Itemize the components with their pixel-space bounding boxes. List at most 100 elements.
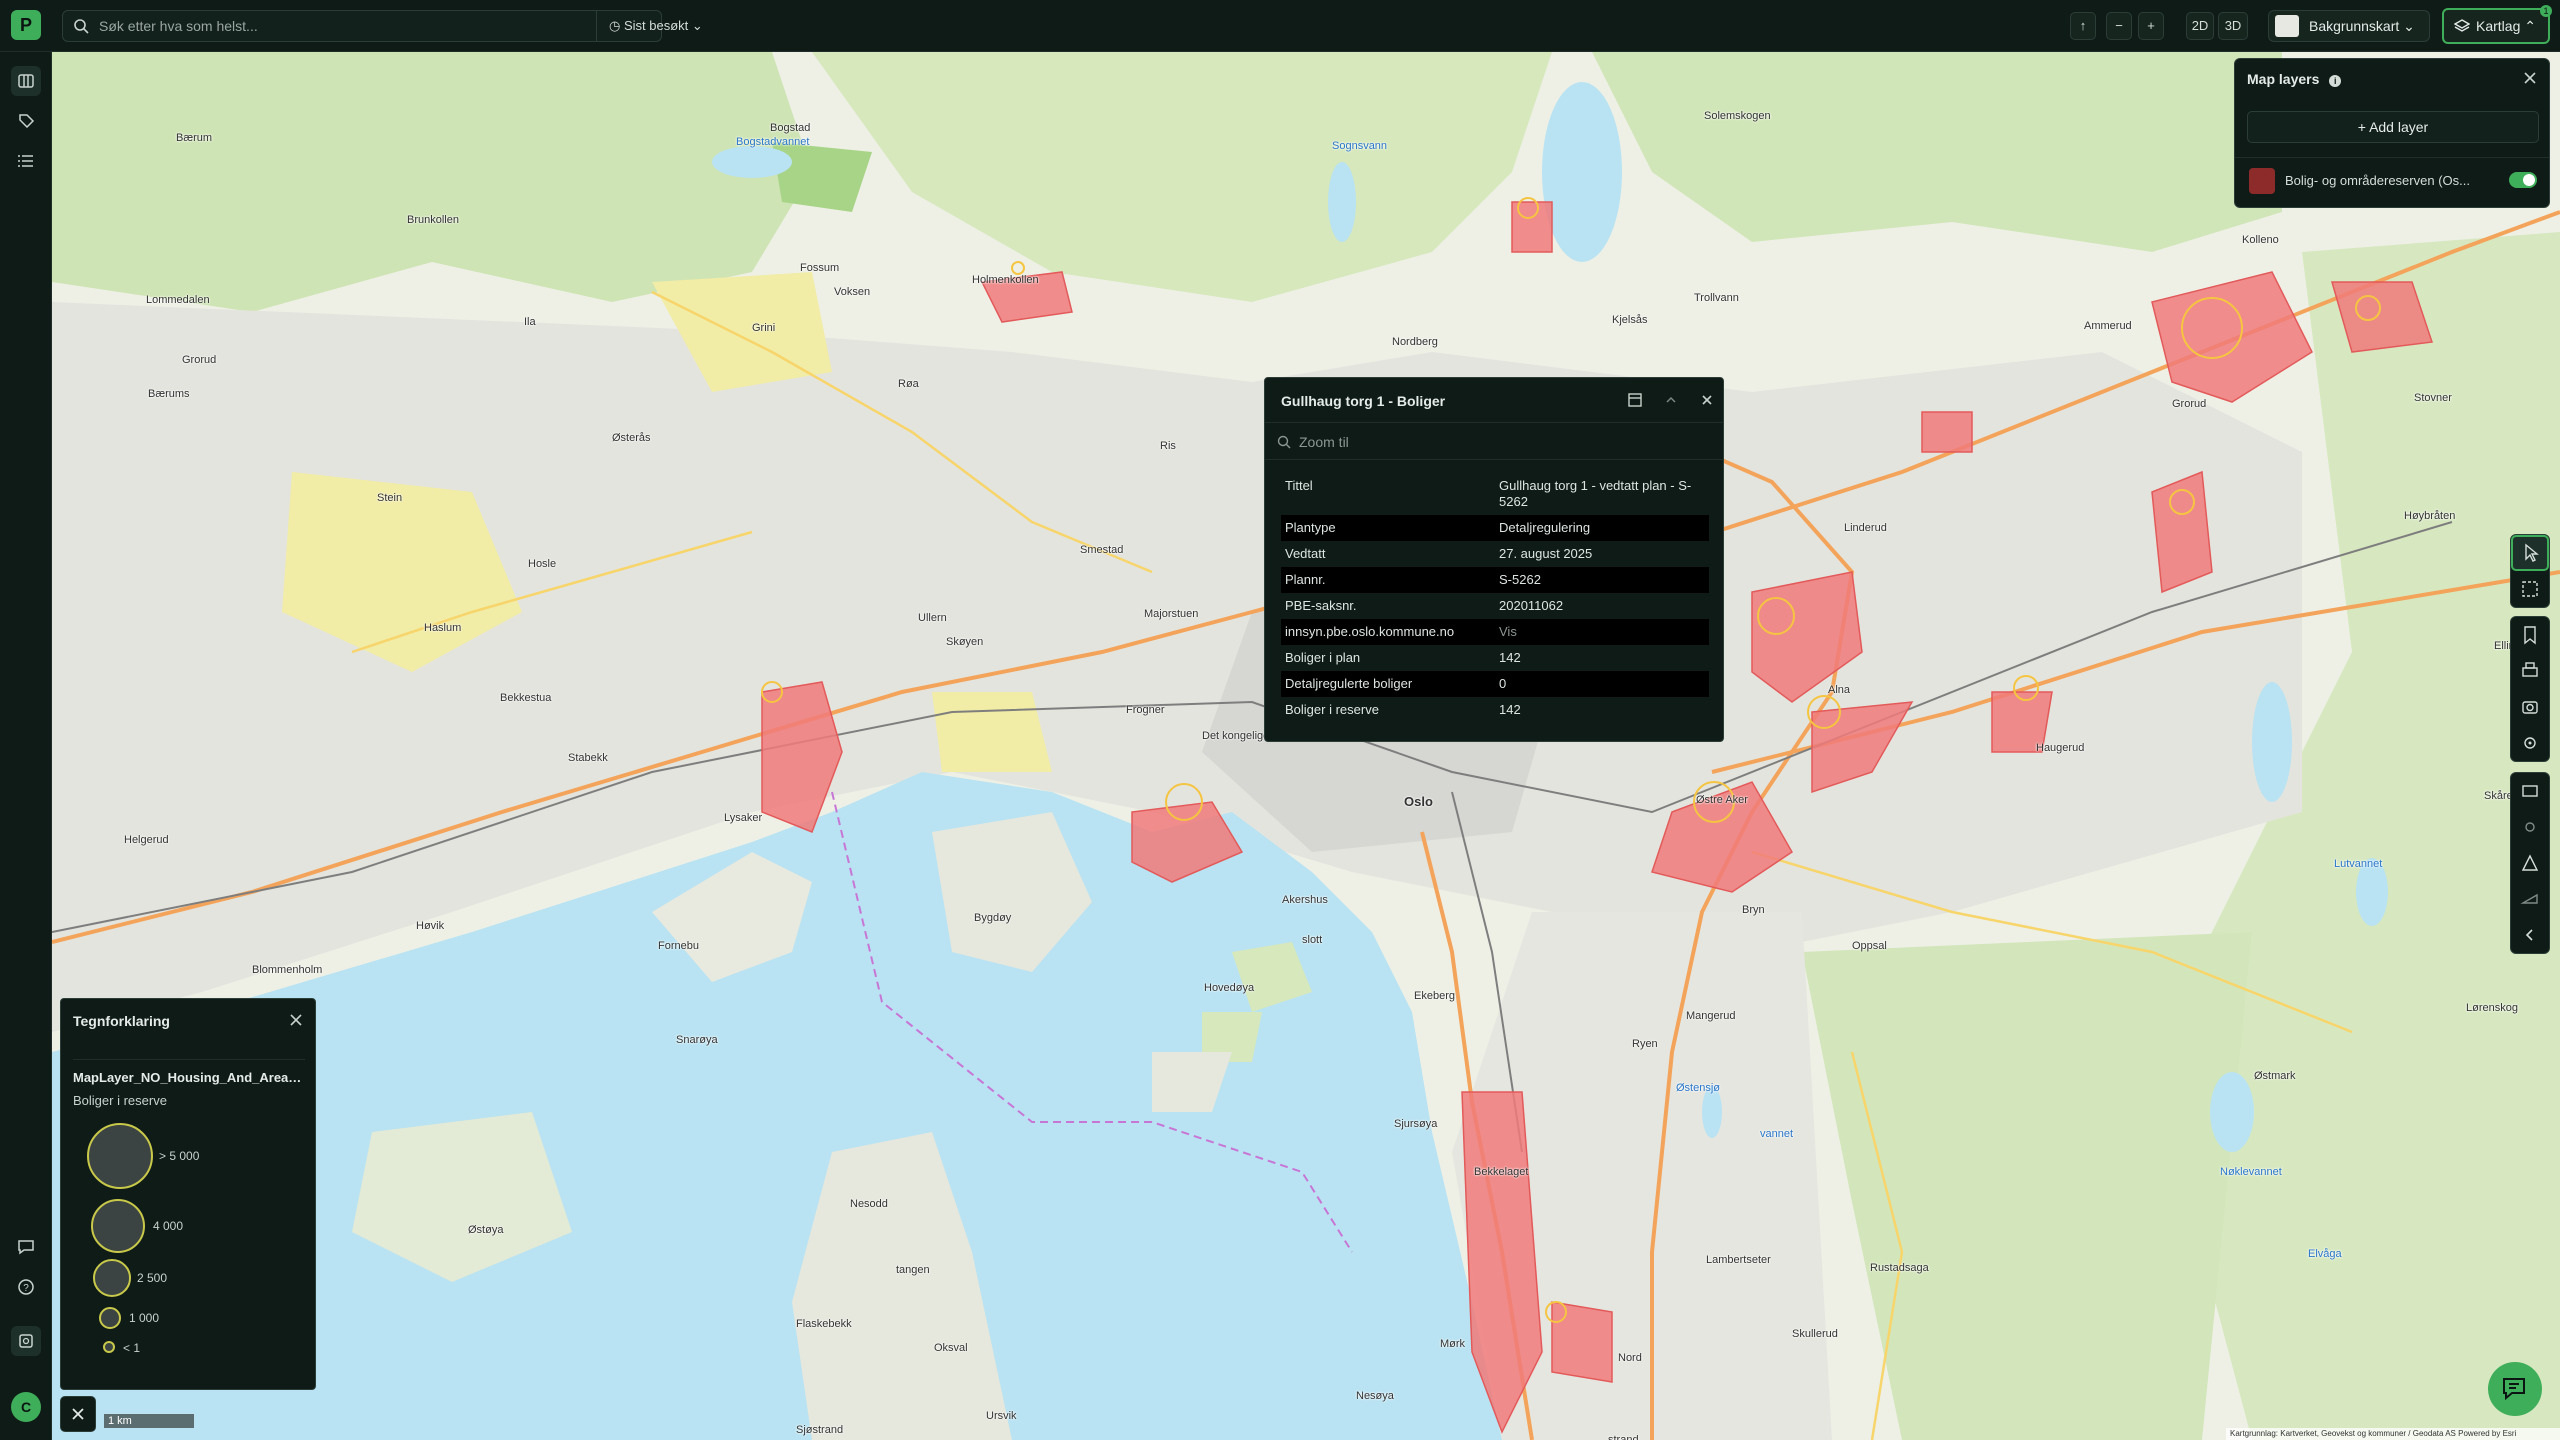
search-box[interactable]: ◷ Sist besøkt ⌄ — [62, 10, 703, 42]
place-label: Det kongelige — [1202, 730, 1270, 742]
print-button[interactable] — [2511, 653, 2549, 689]
slice-button[interactable] — [2511, 881, 2549, 917]
measure-button[interactable] — [2511, 773, 2549, 809]
attribute-row: Plannr. S-5262 — [1281, 567, 1709, 593]
attribute-link[interactable]: Vis — [1495, 619, 1709, 645]
place-label: Elvåga — [2308, 1248, 2342, 1260]
layers-button[interactable]: Kartlag ⌃ 1 — [2442, 5, 2552, 44]
basemap-thumbnail — [2275, 15, 2299, 37]
attribute-table: Tittel Gullhaug torg 1 - vedtatt plan - S… — [1281, 473, 1709, 723]
box-select-button[interactable] — [2511, 571, 2549, 607]
clock-icon: ◷ — [609, 18, 624, 33]
close-icon[interactable] — [289, 1013, 303, 1027]
attribute-key: Tittel — [1285, 478, 1313, 493]
zoom-out-button[interactable]: − — [2106, 12, 2132, 40]
chevron-up-icon: ⌃ — [2520, 18, 2536, 34]
place-label: Hovedøya — [1204, 982, 1255, 994]
place-label: Akershus — [1282, 894, 1328, 906]
locate-button[interactable] — [2511, 725, 2549, 761]
selection-toolbar — [2510, 534, 2550, 608]
search-input[interactable] — [99, 11, 589, 41]
select-tool-button[interactable] — [2511, 535, 2549, 571]
layer-visibility-toggle[interactable] — [2509, 172, 2537, 188]
attribute-key: Plannr. — [1281, 567, 1495, 593]
comment-icon — [18, 1240, 34, 1255]
zoom-in-button[interactable]: + — [2138, 12, 2164, 40]
app-logo[interactable]: P — [11, 10, 41, 40]
attribute-row: Plantype Detaljregulering — [1281, 515, 1709, 541]
screenshot-button[interactable] — [2511, 689, 2549, 725]
recent-dropdown[interactable]: ◷ Sist besøkt ⌄ — [596, 11, 727, 41]
close-icon[interactable] — [2521, 69, 2539, 87]
dock-icon[interactable] — [1625, 390, 1645, 410]
view-3d-button[interactable]: 3D — [2218, 12, 2248, 40]
legend-label: 2 500 — [137, 1271, 168, 1285]
attribute-row: Boliger i plan 142 — [1281, 645, 1709, 671]
attribute-row: PBE-saksnr. 202011062 — [1281, 593, 1709, 619]
place-label: vannet — [1760, 1128, 1794, 1140]
place-label: Fossum — [800, 262, 840, 274]
map-view-button[interactable] — [11, 66, 41, 96]
zoom-icon — [1277, 435, 1291, 449]
tags-button[interactable] — [11, 106, 41, 136]
list-button[interactable] — [11, 146, 41, 176]
mountain-icon — [2521, 854, 2539, 871]
info-icon[interactable]: i — [2329, 75, 2342, 87]
legend-label: 4 000 — [153, 1219, 184, 1233]
place-label: Haugerud — [2036, 742, 2085, 754]
place-label: Stovner — [2414, 392, 2452, 404]
help-button[interactable]: ? — [11, 1272, 41, 1302]
popup-title: Gullhaug torg 1 - Boliger — [1281, 393, 1446, 409]
place-label: Østensjø — [1676, 1082, 1721, 1094]
attribute-key: Boliger i plan — [1285, 650, 1361, 665]
layer-row[interactable]: Bolig- og områdereserven (Os... — [2235, 157, 2549, 203]
chevron-up-icon[interactable] — [1661, 390, 1681, 410]
place-label: Grini — [752, 322, 776, 334]
close-icon[interactable] — [1697, 390, 1717, 410]
compass-button[interactable]: ↑ — [2070, 12, 2096, 40]
slice-icon — [2520, 893, 2538, 904]
ruler-icon — [2522, 785, 2538, 797]
place-label: Nøklevannet — [2220, 1166, 2282, 1178]
basemap-dropdown[interactable]: Bakgrunnskart ⌄ — [2268, 10, 2430, 42]
bookmark-icon — [2524, 626, 2536, 645]
place-label: Fornebu — [658, 940, 699, 952]
legend-symbol — [103, 1341, 115, 1353]
place-label: Frogner — [1126, 704, 1165, 716]
map-attribution: Kartgrunnlag: Kartverket, Geovekst og ko… — [2226, 1428, 2560, 1440]
zoom-to-button[interactable]: Zoom til — [1265, 422, 1723, 460]
place-label: Lambertseter — [1706, 1254, 1771, 1266]
plus-icon: + — [2147, 18, 2155, 33]
chat-button[interactable] — [2488, 1362, 2542, 1416]
legend-symbol — [91, 1199, 145, 1253]
place-label: Ris — [1160, 440, 1176, 452]
toggle-legend-button[interactable] — [60, 1396, 96, 1432]
attribute-value: 27. august 2025 — [1499, 546, 1593, 561]
elevation-button[interactable] — [2511, 845, 2549, 881]
daylight-button[interactable] — [2511, 809, 2549, 845]
place-label: Holmenkollen — [972, 274, 1039, 286]
map-canvas[interactable] — [52, 52, 2560, 1440]
legend-subtitle: Boliger i reserve — [73, 1093, 167, 1108]
legend-symbol — [93, 1259, 131, 1297]
attribute-key: PBE-saksnr. — [1285, 598, 1357, 613]
settings-button[interactable] — [11, 1326, 41, 1356]
bookmark-button[interactable] — [2511, 617, 2549, 653]
map-layers-title: Map layers i — [2247, 71, 2342, 87]
chevron-down-icon: ⌄ — [688, 18, 703, 33]
collapse-toolbar-button[interactable] — [2511, 917, 2549, 953]
user-avatar[interactable]: C — [11, 1392, 41, 1422]
attribute-key: innsyn.pbe.oslo.kommune.no — [1281, 619, 1495, 645]
attribute-value: Detaljregulering — [1495, 515, 1709, 541]
comments-button[interactable] — [11, 1232, 41, 1262]
view-2d-button[interactable]: 2D — [2186, 12, 2214, 40]
tag-icon — [19, 114, 35, 129]
top-bar: P ◷ Sist besøkt ⌄ ↑ − + 2D 3D Bakgrunnsk… — [0, 0, 2560, 52]
place-label: Oksval — [934, 1342, 968, 1354]
add-layer-button[interactable]: + Add layer — [2247, 111, 2539, 143]
place-label: Bryn — [1742, 904, 1765, 916]
place-label: Ryen — [1632, 1038, 1658, 1050]
map-basemap — [52, 52, 2560, 1440]
add-layer-label: Add layer — [2369, 119, 2429, 135]
layer-name: Bolig- og områdereserven (Os... — [2285, 173, 2470, 188]
